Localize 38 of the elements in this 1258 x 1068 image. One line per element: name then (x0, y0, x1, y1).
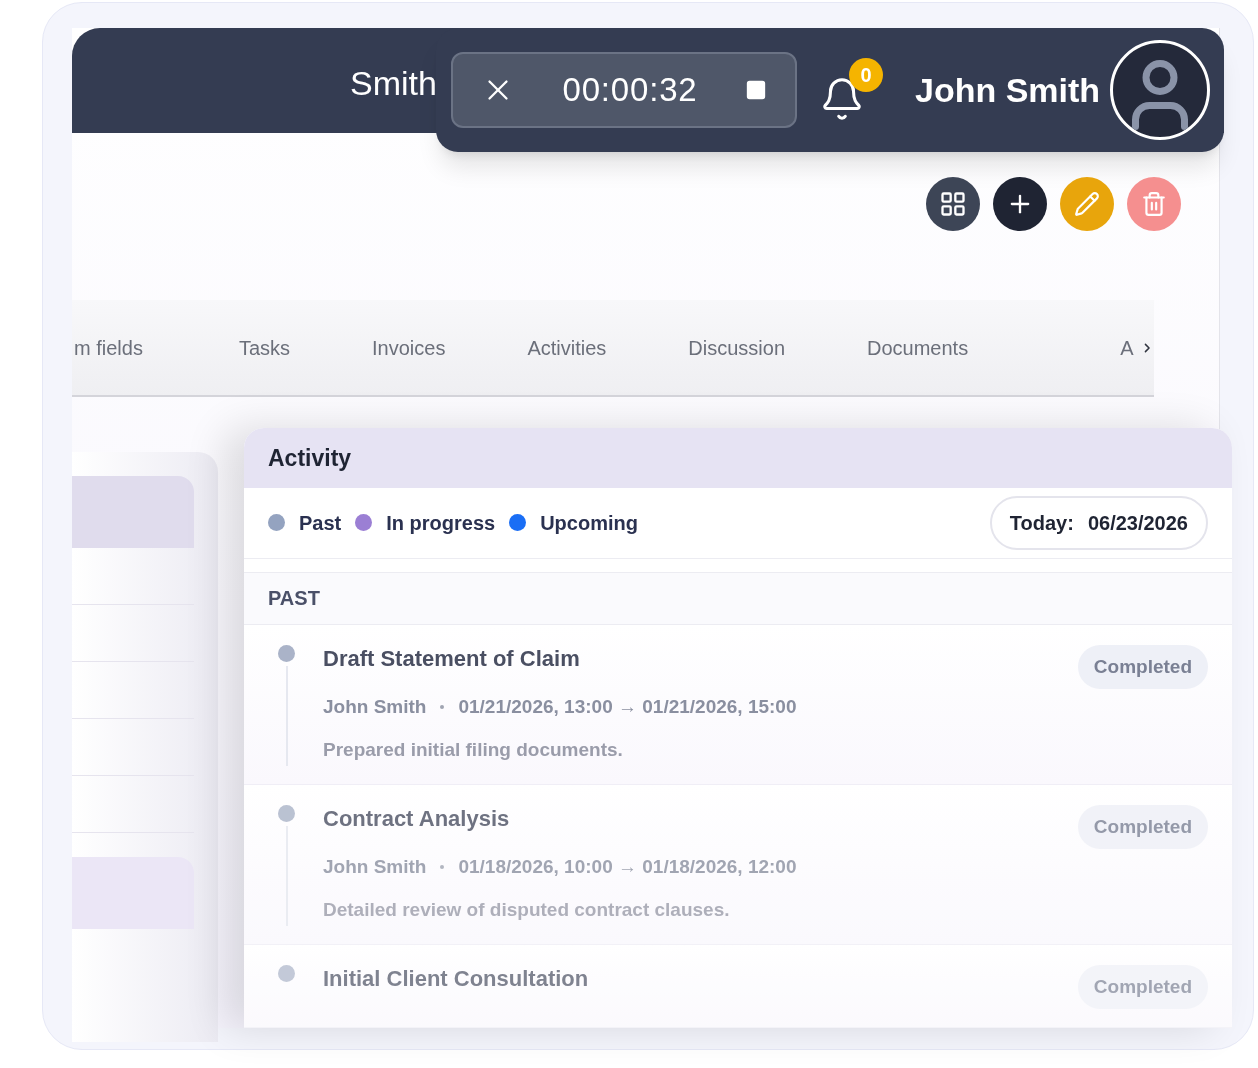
activity-item[interactable]: Draft Statement of Claim John Smith 01/21/2026, 13:00 → 01/21/2026, 15:00 Prepared initial filing documents. Completed (244, 625, 1232, 785)
tab[interactable]: Invoices (372, 332, 446, 363)
today-date: 06/23/2026 (1087, 510, 1188, 536)
section-heading: PAST (268, 586, 320, 612)
stop-button[interactable] (745, 79, 767, 101)
grid-icon (939, 190, 967, 218)
trash-icon (1141, 191, 1167, 217)
card-title: Activity (268, 443, 352, 473)
activity-title: Draft Statement of Claim (323, 645, 581, 673)
activity-item[interactable]: Initial Client Consultation Completed (244, 945, 1232, 1028)
status-badge: Completed (1077, 965, 1208, 1009)
tab[interactable]: Activities (527, 332, 607, 363)
legend-label: Upcoming (540, 510, 638, 536)
activity-time-range: 01/18/2026, 10:00 → 01/18/2026, 12:00 (458, 855, 797, 879)
pencil-icon (1074, 191, 1100, 217)
tab[interactable]: Documents (867, 332, 969, 363)
notification-badge: 0 (849, 58, 883, 92)
status-badge: Completed (1077, 645, 1208, 689)
header-title: Smith (350, 63, 437, 104)
tab[interactable]: A (1120, 332, 1134, 363)
activity-note: Detailed review of disputed contract clauses. (323, 897, 731, 922)
activity-time-range: 01/21/2026, 13:00 → 01/21/2026, 15:00 (458, 695, 797, 719)
user-name: John Smith (915, 69, 1101, 111)
legend-label: Past (299, 510, 342, 536)
legend-label: In progress (386, 510, 496, 536)
today-label: Today: (1009, 510, 1074, 536)
activity-author: John Smith (323, 855, 427, 879)
stop-icon (745, 79, 767, 101)
timer-readout: 00:00:32 (562, 70, 698, 111)
status-badge: Completed (1077, 805, 1208, 849)
activity-note: Prepared initial filing documents. (323, 737, 624, 762)
activity-item[interactable]: Contract Analysis John Smith 01/18/2026, 10:00 → 01/18/2026, 12:00 Detailed review of disputed contract clauses. Completed (244, 785, 1232, 945)
activity-title: Initial Client Consultation (323, 965, 590, 993)
activity-author: John Smith (323, 695, 427, 719)
activity-title: Contract Analysis (323, 805, 511, 833)
tab[interactable]: Discussion (688, 332, 785, 363)
tab[interactable]: m fields (74, 332, 143, 363)
tab[interactable]: Tasks (238, 332, 291, 363)
